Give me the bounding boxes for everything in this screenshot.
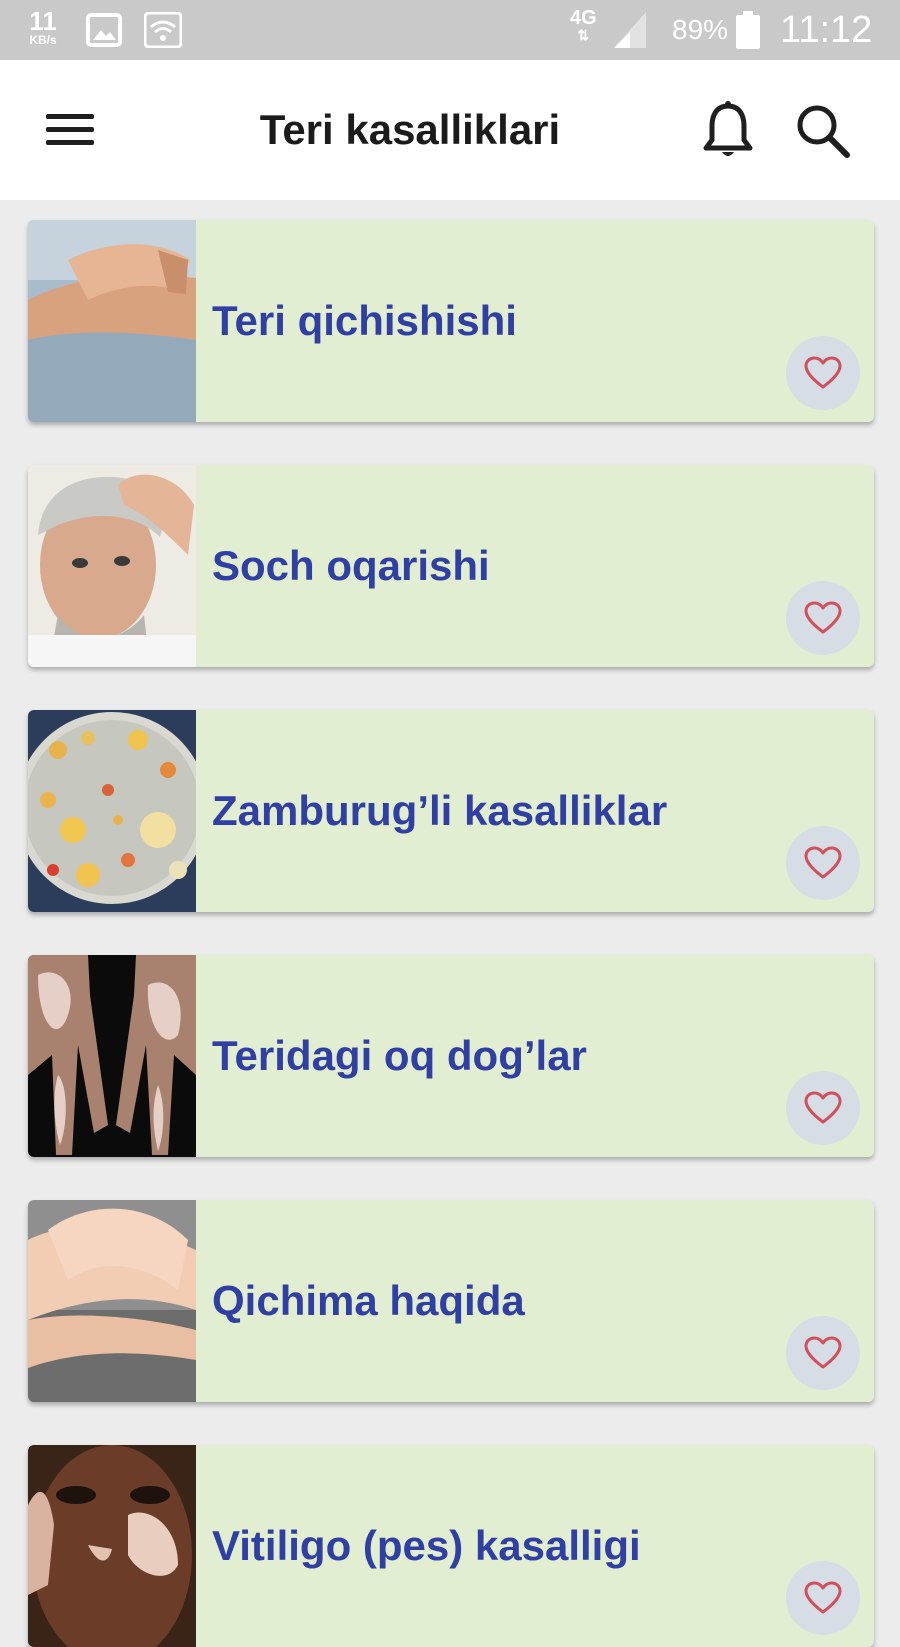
- list-item[interactable]: Teridagi oq dog’lar: [28, 955, 874, 1157]
- item-title: Teridagi oq dog’lar: [212, 1032, 587, 1079]
- favorite-button[interactable]: [786, 1561, 860, 1635]
- vitiligo-face-photo: [28, 1445, 196, 1647]
- item-title: Teri qichishishi: [212, 297, 517, 344]
- gallery-icon: [86, 13, 122, 47]
- signal-icon: [614, 12, 646, 48]
- list-item[interactable]: Vitiligo (pes) kasalligi: [28, 1445, 874, 1647]
- heart-icon: [804, 846, 842, 879]
- heart-icon: [804, 1581, 842, 1614]
- page-title: Teri kasalliklari: [259, 106, 561, 153]
- network-type: 4G ⇅: [570, 8, 597, 42]
- scratching-wrist-photo: [28, 1200, 196, 1402]
- status-bar: 11 KB/s 4G ⇅ 89% 11:12: [0, 0, 900, 60]
- heart-icon: [804, 1336, 842, 1369]
- heart-icon: [804, 356, 842, 389]
- list-item[interactable]: Teri qichishishi: [28, 220, 874, 422]
- network-type-label: 4G: [570, 7, 597, 29]
- network-speed-unit: KB/s: [29, 33, 57, 47]
- petri-dish-photo: [28, 710, 196, 912]
- data-arrows-icon: ⇅: [577, 27, 590, 43]
- heart-icon: [804, 601, 842, 634]
- search-icon[interactable]: [794, 102, 852, 160]
- battery-icon: [736, 11, 760, 49]
- clock: 11:12: [780, 9, 873, 51]
- heart-icon: [804, 1091, 842, 1124]
- favorite-button[interactable]: [786, 1316, 860, 1390]
- network-speed-value: 11: [29, 6, 57, 36]
- grey-haired-man-photo: [28, 465, 196, 667]
- app-bar: Teri kasalliklari: [0, 60, 900, 200]
- item-title: Zamburug’li kasalliklar: [212, 787, 668, 834]
- battery-percent: 89%: [672, 14, 729, 45]
- item-title: Vitiligo (pes) kasalligi: [212, 1522, 641, 1569]
- item-title: Soch oqarishi: [212, 542, 490, 589]
- vitiligo-hands-photo: [28, 955, 196, 1157]
- arm-scratching-photo: [28, 220, 196, 422]
- item-title: Qichima haqida: [212, 1277, 525, 1324]
- favorite-button[interactable]: [786, 826, 860, 900]
- list-item[interactable]: Zamburug’li kasalliklar: [28, 710, 874, 912]
- wifi-icon: [144, 12, 182, 48]
- favorite-button[interactable]: [786, 581, 860, 655]
- favorite-button[interactable]: [786, 1071, 860, 1145]
- network-speed: 11 KB/s: [20, 8, 66, 46]
- favorite-button[interactable]: [786, 336, 860, 410]
- list-item[interactable]: Soch oqarishi: [28, 465, 874, 667]
- list-item[interactable]: Qichima haqida: [28, 1200, 874, 1402]
- bell-icon[interactable]: [700, 100, 756, 162]
